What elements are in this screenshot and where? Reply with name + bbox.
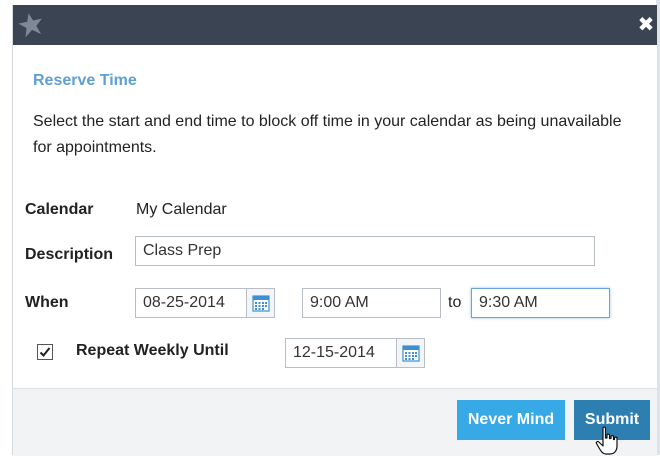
description-label: Description <box>25 246 114 263</box>
never-mind-button[interactable]: Never Mind <box>457 400 565 440</box>
repeat-weekly-checkbox[interactable] <box>37 344 53 360</box>
when-label: When <box>25 294 69 311</box>
repeat-until-date-input[interactable] <box>285 338 397 368</box>
dialog-titlebar: ✖ <box>13 5 657 45</box>
submit-button[interactable]: Submit <box>574 400 650 440</box>
calendar-icon <box>251 295 270 312</box>
checkmark-icon <box>39 347 51 357</box>
repeat-weekly-label: Repeat Weekly Until <box>76 342 229 359</box>
calendar-value: My Calendar <box>136 201 227 218</box>
logo-star-icon <box>18 13 42 38</box>
dialog-heading: Reserve Time <box>33 72 137 89</box>
end-time-input[interactable] <box>471 288 610 318</box>
to-label: to <box>448 294 462 311</box>
repeat-until-calendar-button[interactable] <box>397 338 425 368</box>
start-date-input[interactable] <box>135 288 247 318</box>
description-input[interactable] <box>135 236 595 266</box>
dialog-description: Select the start and end time to block o… <box>33 113 622 156</box>
calendar-icon <box>401 345 420 362</box>
close-icon[interactable]: ✖ <box>637 13 655 35</box>
window-left-edge <box>0 0 12 455</box>
start-time-input[interactable] <box>302 288 441 318</box>
reserve-time-dialog: ✖ Reserve Time Select the start and end … <box>12 5 657 456</box>
calendar-label: Calendar <box>25 201 94 218</box>
start-date-calendar-button[interactable] <box>247 288 275 318</box>
